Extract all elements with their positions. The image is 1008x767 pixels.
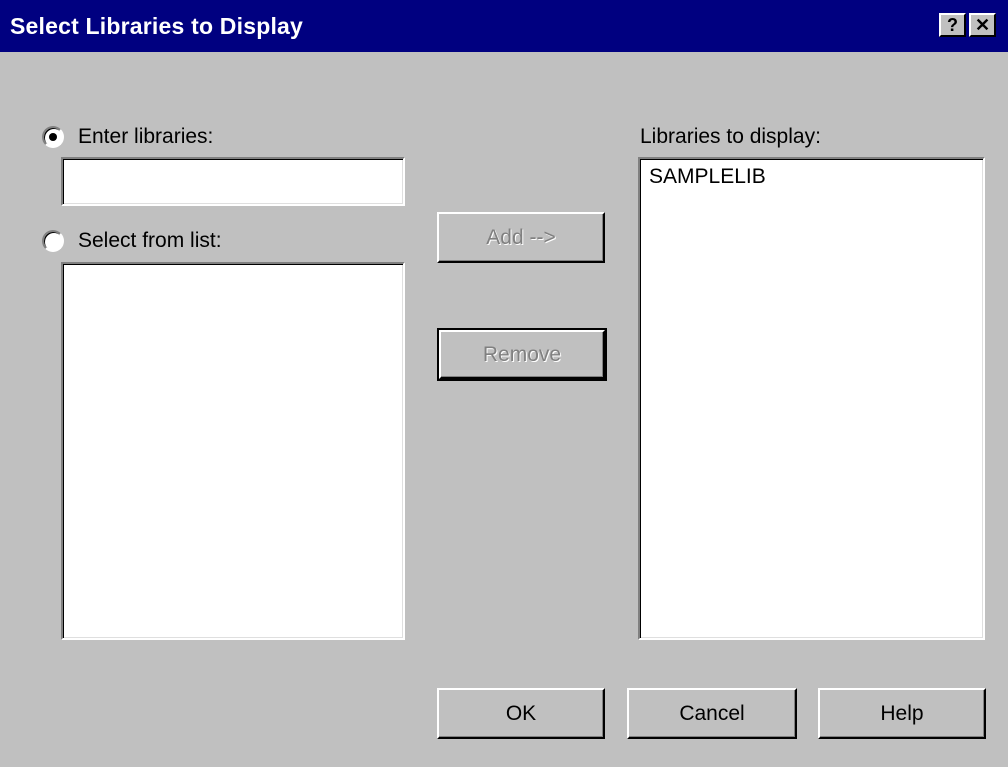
libraries-to-display-label: Libraries to display:: [640, 125, 821, 148]
select-from-list-radio[interactable]: [42, 230, 64, 252]
remove-button[interactable]: Remove: [437, 328, 607, 381]
enter-libraries-label: Enter libraries:: [78, 125, 214, 148]
enter-libraries-radio[interactable]: [42, 126, 64, 148]
list-item[interactable]: SAMPLELIB: [649, 165, 766, 189]
title-bar[interactable]: Select Libraries to Display ? ✕: [0, 0, 1008, 52]
radio-selected-dot: [49, 133, 57, 141]
add-button[interactable]: Add -->: [437, 212, 605, 263]
help-button[interactable]: Help: [818, 688, 986, 739]
ok-button[interactable]: OK: [437, 688, 605, 739]
select-from-list-label: Select from list:: [78, 229, 222, 252]
libraries-input[interactable]: [61, 157, 405, 206]
close-icon[interactable]: ✕: [969, 13, 996, 37]
help-icon[interactable]: ?: [939, 13, 966, 37]
dialog-title: Select Libraries to Display: [10, 13, 304, 39]
cancel-button[interactable]: Cancel: [627, 688, 797, 739]
libraries-to-display-list[interactable]: SAMPLELIB: [638, 157, 985, 640]
available-libraries-list[interactable]: [61, 262, 405, 640]
